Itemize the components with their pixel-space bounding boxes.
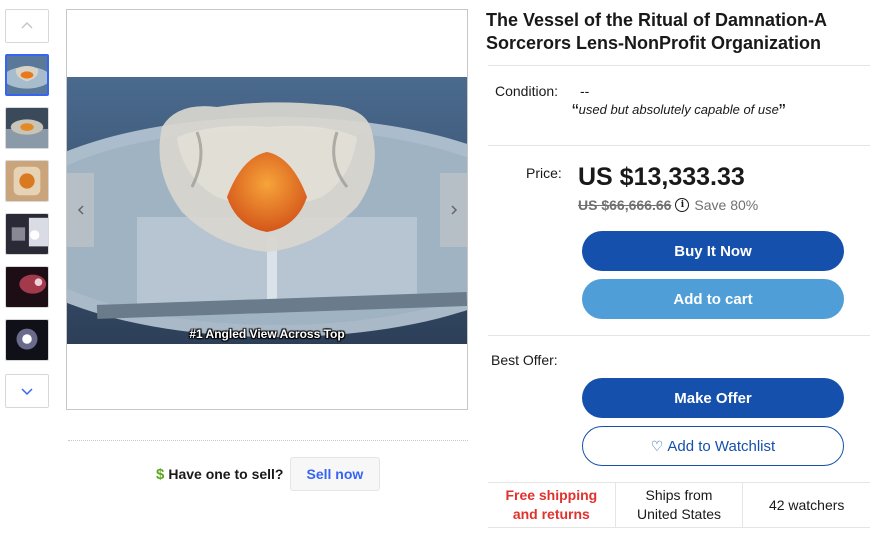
next-image-button[interactable] bbox=[440, 173, 467, 247]
shipping-info-row: Free shipping and returns Ships from Uni… bbox=[488, 482, 870, 528]
thumbnails-scroll-up-button[interactable] bbox=[5, 9, 49, 43]
chevron-down-icon bbox=[21, 388, 33, 396]
shipping-line-1: Free shipping bbox=[505, 487, 598, 503]
shipping-line-2: and returns bbox=[512, 506, 590, 522]
best-offer-label: Best Offer: bbox=[491, 352, 558, 368]
listing-title: The Vessel of the Ritual of Damnation-A … bbox=[486, 10, 827, 53]
thumbnail-image bbox=[6, 108, 48, 148]
thumbnail-5[interactable] bbox=[5, 266, 49, 308]
price-label: Price: bbox=[526, 165, 562, 181]
add-to-cart-button[interactable]: Add to cart bbox=[582, 279, 844, 319]
condition-label: Condition: bbox=[495, 83, 559, 99]
close-quote: ” bbox=[778, 101, 786, 123]
thumbnail-3[interactable] bbox=[5, 160, 49, 202]
condition-note-text: used but absolutely capable of use bbox=[578, 102, 779, 117]
info-icon[interactable]: i bbox=[675, 198, 690, 212]
original-price-row: US $66,666.66 i Save 80% bbox=[578, 197, 758, 213]
buy-it-now-button[interactable]: Buy It Now bbox=[582, 231, 844, 271]
condition-value: -- bbox=[580, 83, 590, 99]
chevron-up-icon bbox=[21, 21, 33, 29]
watchlist-label: Add to Watchlist bbox=[667, 437, 776, 455]
sell-now-button[interactable]: Sell now bbox=[289, 457, 381, 491]
product-photo bbox=[67, 77, 467, 344]
sell-prompt-text: Have one to sell? bbox=[168, 466, 284, 482]
thumbnail-6[interactable] bbox=[5, 319, 49, 361]
original-price: US $66,666.66 bbox=[578, 197, 672, 213]
thumbnail-4[interactable] bbox=[5, 213, 49, 255]
savings-text: Save 80% bbox=[694, 197, 759, 213]
dollar-icon: $ bbox=[156, 465, 165, 483]
divider bbox=[68, 440, 468, 441]
chevron-left-icon bbox=[77, 205, 84, 215]
thumbnail-2[interactable] bbox=[5, 107, 49, 149]
make-offer-button[interactable]: Make Offer bbox=[582, 378, 844, 418]
thumbnail-image bbox=[6, 267, 48, 307]
previous-image-button[interactable] bbox=[67, 173, 94, 247]
watchers-count: 42 watchers bbox=[742, 483, 870, 527]
divider bbox=[488, 65, 870, 66]
ships-from-line-1: Ships from bbox=[645, 487, 713, 503]
main-product-image[interactable] bbox=[67, 77, 467, 344]
main-image-frame: #1 Angled View Across Top bbox=[66, 9, 468, 410]
thumbnail-image bbox=[6, 214, 48, 254]
sell-prompt: $ Have one to sell? Sell now bbox=[156, 457, 381, 491]
thumbnails-scroll-down-button[interactable] bbox=[5, 374, 49, 408]
thumbnail-image bbox=[6, 320, 48, 360]
image-caption: #1 Angled View Across Top bbox=[189, 327, 345, 341]
thumbnail-1[interactable] bbox=[5, 54, 49, 96]
chevron-right-icon bbox=[450, 205, 457, 215]
price-value: US $13,333.33 bbox=[578, 163, 745, 191]
free-shipping-info: Free shipping and returns bbox=[488, 483, 615, 527]
heart-icon: ♡ bbox=[650, 437, 664, 454]
ships-from-line-2: United States bbox=[636, 506, 722, 522]
thumbnail-image bbox=[7, 56, 47, 94]
add-to-watchlist-button[interactable]: ♡ Add to Watchlist bbox=[582, 426, 844, 466]
divider bbox=[488, 335, 870, 336]
open-quote: “ bbox=[572, 101, 579, 123]
thumbnail-rail bbox=[5, 9, 51, 408]
thumbnail-image bbox=[6, 161, 48, 201]
condition-note: “used but absolutely capable of use” bbox=[572, 101, 786, 124]
divider bbox=[488, 145, 870, 146]
ships-from-info: Ships from United States bbox=[614, 483, 743, 527]
